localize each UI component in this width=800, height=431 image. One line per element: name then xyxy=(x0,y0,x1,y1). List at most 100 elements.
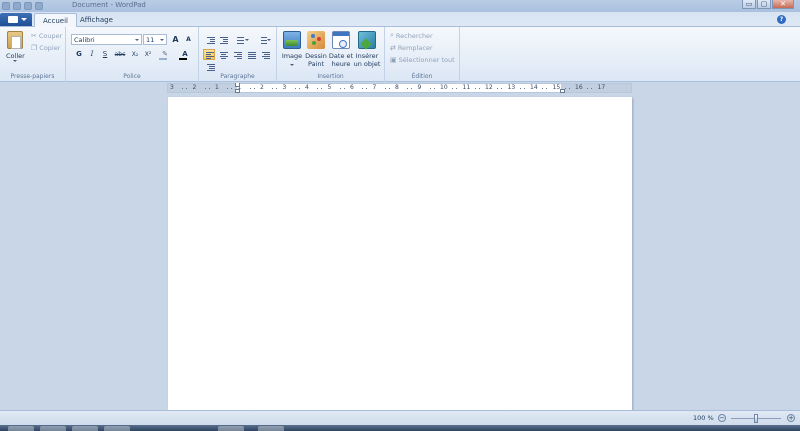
select-all-button[interactable]: ▣ Sélectionner tout xyxy=(390,56,455,64)
decrease-indent-button[interactable] xyxy=(204,61,216,72)
taskbar-item[interactable] xyxy=(258,426,284,431)
bullets-button[interactable] xyxy=(231,34,251,45)
italic-button[interactable]: I xyxy=(86,49,98,60)
group-label-paragraph: Paragraphe xyxy=(220,73,255,80)
ruler-tick-mark xyxy=(276,88,278,89)
decrease-indent-icon[interactable] xyxy=(204,34,216,45)
minimize-button[interactable]: ▭ xyxy=(742,0,756,9)
ruler-tick-mark xyxy=(253,88,255,89)
ruler-tick-label: 15 xyxy=(552,84,561,91)
image-button[interactable]: Image xyxy=(281,52,303,68)
clipboard-group: Coller ✂ Couper ❐ Copier Presse-papiers xyxy=(0,27,66,82)
taskbar-item[interactable] xyxy=(72,426,98,431)
ruler-tick-mark xyxy=(208,88,210,89)
paint-label-line1: Dessin xyxy=(305,52,327,60)
taskbar-item[interactable] xyxy=(218,426,244,431)
bold-button[interactable]: G xyxy=(73,49,85,60)
left-indent-marker[interactable] xyxy=(235,89,240,93)
image-label: Image xyxy=(281,52,303,60)
customize-toolbar-icon[interactable] xyxy=(35,2,43,10)
group-label-clipboard: Presse-papiers xyxy=(10,73,55,80)
find-button[interactable]: ⌕ Rechercher xyxy=(390,31,433,40)
ruler-tick-label: 16 xyxy=(575,84,583,91)
font-color-icon: A xyxy=(182,50,188,58)
font-family-value: Calibri xyxy=(74,36,95,44)
zoom-out-button[interactable]: − xyxy=(718,414,726,422)
undo-icon[interactable] xyxy=(13,2,21,10)
ruler-tick-label: 7 xyxy=(372,84,377,91)
font-color-button[interactable]: A xyxy=(177,49,193,60)
underline-button[interactable]: S xyxy=(99,49,111,60)
image-icon[interactable] xyxy=(283,31,301,49)
zoom-slider-thumb[interactable] xyxy=(754,414,758,423)
ruler-tick-label: 12 xyxy=(485,84,493,91)
document-page[interactable] xyxy=(168,97,632,417)
redo-icon[interactable] xyxy=(24,2,32,10)
highlight-color-button[interactable]: ✎ xyxy=(157,49,173,60)
insert-object-button[interactable]: Insérer un objet xyxy=(352,52,382,68)
strikethrough-button[interactable]: abc xyxy=(112,49,128,60)
ruler-tick-mark xyxy=(249,88,251,89)
tab-affichage[interactable]: Affichage xyxy=(72,13,121,27)
tab-accueil[interactable]: Accueil xyxy=(34,13,77,27)
ruler-tick-mark xyxy=(474,88,476,89)
increase-indent-icon[interactable] xyxy=(217,34,229,45)
align-center-button[interactable] xyxy=(217,49,229,60)
replace-label: Remplacer xyxy=(397,44,433,52)
close-button[interactable]: ✕ xyxy=(772,0,794,9)
ruler-tick-mark xyxy=(587,88,589,89)
font-family-select[interactable]: Calibri xyxy=(71,34,142,45)
ruler-tick-mark xyxy=(298,88,300,89)
group-label-font: Police xyxy=(123,73,141,80)
line-spacing-button[interactable] xyxy=(254,34,272,45)
ruler-tick-mark xyxy=(497,88,499,89)
grow-font-button[interactable]: A xyxy=(170,34,181,45)
file-menu-button[interactable] xyxy=(0,13,32,26)
superscript-button[interactable]: X² xyxy=(142,49,154,60)
datetime-label-line2: heure xyxy=(331,60,351,68)
ruler-tick-label: 4 xyxy=(305,84,309,91)
ruler-tick-mark xyxy=(546,88,548,89)
ruler[interactable]: 3 2 1 1 2 3 4 5 6 7 8 9 10 11 12 13 14 15 16 17 xyxy=(167,83,632,93)
first-line-indent-marker[interactable] xyxy=(235,83,240,87)
subscript-button[interactable]: X₂ xyxy=(129,49,141,60)
right-indent-marker[interactable] xyxy=(560,89,565,93)
chevron-down-icon[interactable] xyxy=(13,60,17,62)
save-icon[interactable] xyxy=(2,2,10,10)
cut-button[interactable]: ✂ Couper xyxy=(31,32,62,40)
ruler-tick-label: 9 xyxy=(417,84,422,91)
ruler-tick-label: 3 xyxy=(170,84,174,91)
ruler-tick-mark xyxy=(317,88,319,89)
paint-drawing-icon[interactable] xyxy=(307,31,325,49)
taskbar-item[interactable] xyxy=(104,426,130,431)
group-label-editing: Édition xyxy=(411,73,433,80)
quick-access-toolbar xyxy=(2,1,43,11)
ruler-tick-mark xyxy=(294,88,296,89)
insert-object-icon[interactable] xyxy=(358,31,376,50)
chevron-down-icon xyxy=(135,39,139,41)
paragraph-settings-button[interactable] xyxy=(259,49,271,60)
paste-button[interactable]: Coller xyxy=(6,52,25,60)
font-size-select[interactable]: 11 xyxy=(143,34,167,45)
maximize-button[interactable]: ▢ xyxy=(757,0,771,9)
zoom-in-button[interactable]: + xyxy=(787,414,795,422)
status-bar: 100 % − + xyxy=(0,410,800,425)
copy-button[interactable]: ❐ Copier xyxy=(31,44,60,52)
paste-icon[interactable] xyxy=(7,31,23,49)
paint-drawing-button[interactable]: Dessin Paint xyxy=(304,52,328,68)
align-right-button[interactable] xyxy=(231,49,243,60)
taskbar-item[interactable] xyxy=(40,426,66,431)
replace-button[interactable]: ⇄ Remplacer xyxy=(390,44,433,52)
ruler-tick-mark xyxy=(343,88,345,89)
shrink-font-button[interactable]: A xyxy=(183,34,194,45)
help-icon[interactable]: ? xyxy=(777,15,786,24)
date-time-button[interactable]: Date et heure xyxy=(328,52,354,68)
cut-label: Couper xyxy=(38,32,63,40)
ruler-tick-mark xyxy=(339,88,341,89)
start-button[interactable] xyxy=(8,426,34,431)
align-left-button[interactable] xyxy=(203,49,215,60)
justify-button[interactable] xyxy=(245,49,257,60)
calendar-icon[interactable] xyxy=(332,31,350,49)
find-label: Rechercher xyxy=(395,31,433,40)
ruler-tick-mark xyxy=(519,88,521,89)
